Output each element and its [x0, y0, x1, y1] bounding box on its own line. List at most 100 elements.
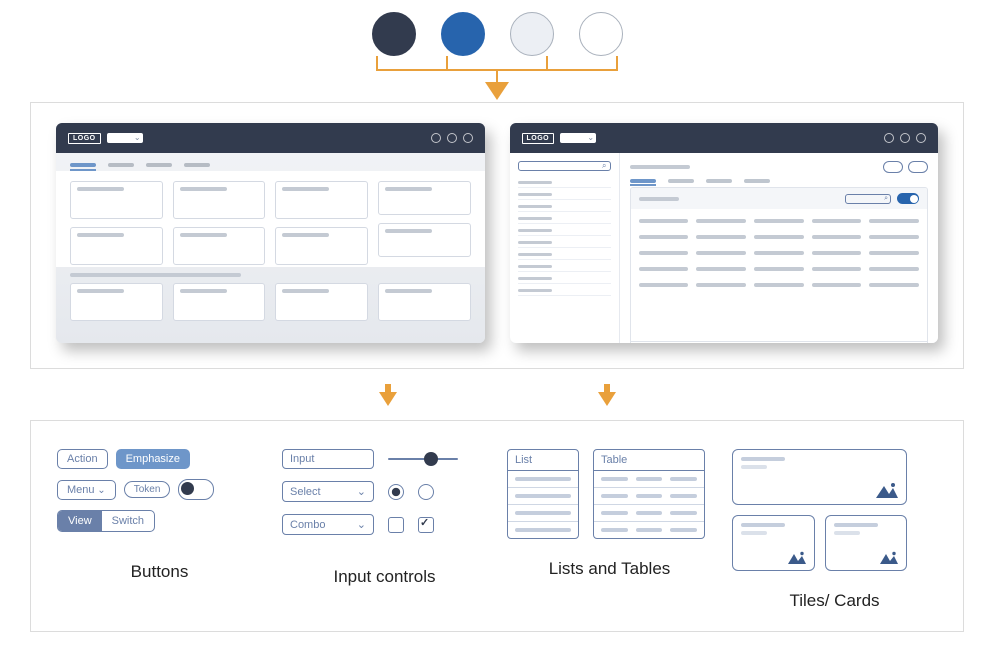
tile[interactable] [70, 283, 163, 321]
table-row[interactable] [594, 488, 704, 505]
image-icon [876, 482, 898, 498]
list-item[interactable] [518, 261, 611, 272]
search-input[interactable] [518, 161, 611, 171]
tab[interactable] [630, 179, 656, 183]
table-toggle[interactable] [897, 193, 919, 204]
list-item[interactable] [518, 273, 611, 284]
logo-badge: LOGO [522, 133, 555, 144]
tile[interactable] [378, 283, 471, 321]
tile[interactable] [70, 227, 163, 265]
list-item[interactable] [518, 237, 611, 248]
header-dot-icon[interactable] [916, 133, 926, 143]
section-title: Buttons [131, 562, 189, 582]
header-dot-icon[interactable] [431, 133, 441, 143]
table-row[interactable] [594, 505, 704, 522]
image-icon [880, 551, 898, 564]
header-dot-icon[interactable] [447, 133, 457, 143]
tile[interactable] [70, 181, 163, 219]
list-item[interactable] [518, 225, 611, 236]
list-header: List [508, 450, 578, 471]
slider[interactable] [388, 458, 458, 460]
section-title: Lists and Tables [549, 559, 671, 579]
segment-view[interactable]: View [58, 511, 102, 531]
tab[interactable] [706, 179, 732, 183]
shell-selector[interactable] [107, 133, 143, 143]
list-item[interactable] [518, 189, 611, 200]
mock-header: LOGO [56, 123, 485, 153]
token-chip[interactable]: Token [124, 481, 171, 498]
radio-selected[interactable] [388, 484, 404, 500]
col-buttons: Action Emphasize Menu Token View Switch … [57, 449, 262, 611]
image-icon [788, 551, 806, 564]
header-dot-icon[interactable] [884, 133, 894, 143]
card-small[interactable] [732, 515, 815, 571]
table-row[interactable] [594, 471, 704, 488]
select-field[interactable]: Select [282, 481, 374, 502]
header-action[interactable] [883, 161, 903, 173]
tile[interactable] [173, 227, 266, 265]
list-item[interactable] [508, 505, 578, 522]
list-item[interactable] [508, 471, 578, 488]
tile-wide[interactable] [378, 223, 471, 257]
segment-switch[interactable]: Switch [102, 511, 154, 531]
detail-area [620, 153, 939, 343]
tile[interactable] [275, 227, 368, 265]
arrow-down-icon [595, 384, 619, 408]
list-item[interactable] [518, 249, 611, 260]
header-dot-icon[interactable] [900, 133, 910, 143]
list-item[interactable] [518, 177, 611, 188]
list-item[interactable] [518, 213, 611, 224]
switch-toggle[interactable] [178, 479, 214, 500]
components-panel: Action Emphasize Menu Token View Switch … [30, 420, 964, 632]
list-example: List [507, 449, 579, 539]
tab[interactable] [744, 179, 770, 183]
segmented-button[interactable]: View Switch [57, 510, 155, 532]
swatch-white [579, 12, 623, 56]
table-example: Table [593, 449, 705, 539]
tab[interactable] [184, 163, 210, 167]
swatch-navy [372, 12, 416, 56]
tile-wide[interactable] [378, 181, 471, 215]
checkbox-checked[interactable] [418, 517, 434, 533]
tile[interactable] [173, 181, 266, 219]
menu-button[interactable]: Menu [57, 480, 116, 500]
mock-header: LOGO [510, 123, 939, 153]
section-title: Input controls [333, 567, 435, 587]
combo-field[interactable]: Combo [282, 514, 374, 535]
tab[interactable] [70, 163, 96, 167]
chevron-down-icon [357, 518, 366, 531]
input-field[interactable]: Input [282, 449, 374, 469]
flow-arrow-top [362, 56, 632, 102]
swatch-light [510, 12, 554, 56]
launchpad-tabs [56, 153, 485, 171]
arrow-down-icon [376, 384, 400, 408]
card-small[interactable] [825, 515, 908, 571]
header-action[interactable] [908, 161, 928, 173]
list-item[interactable] [518, 285, 611, 296]
card-large[interactable] [732, 449, 907, 505]
table-row[interactable] [594, 522, 704, 538]
list-item[interactable] [508, 522, 578, 538]
action-button[interactable]: Action [57, 449, 108, 469]
tile[interactable] [173, 283, 266, 321]
tab[interactable] [146, 163, 172, 167]
object-title [630, 165, 690, 169]
emphasize-button[interactable]: Emphasize [116, 449, 190, 469]
header-actions [884, 133, 926, 143]
table-header: Table [594, 450, 704, 471]
list-item[interactable] [508, 488, 578, 505]
checkbox-unchecked[interactable] [388, 517, 404, 533]
shell-selector[interactable] [560, 133, 596, 143]
radio-unselected[interactable] [418, 484, 434, 500]
tab[interactable] [108, 163, 134, 167]
tile[interactable] [275, 283, 368, 321]
mock-launchpad: LOGO [56, 123, 485, 343]
list-item[interactable] [518, 201, 611, 212]
header-dot-icon[interactable] [463, 133, 473, 143]
logo-badge: LOGO [68, 133, 101, 144]
swatch-blue [441, 12, 485, 56]
tab[interactable] [668, 179, 694, 183]
detail-table [630, 187, 929, 343]
table-search[interactable] [845, 194, 891, 204]
tile[interactable] [275, 181, 368, 219]
